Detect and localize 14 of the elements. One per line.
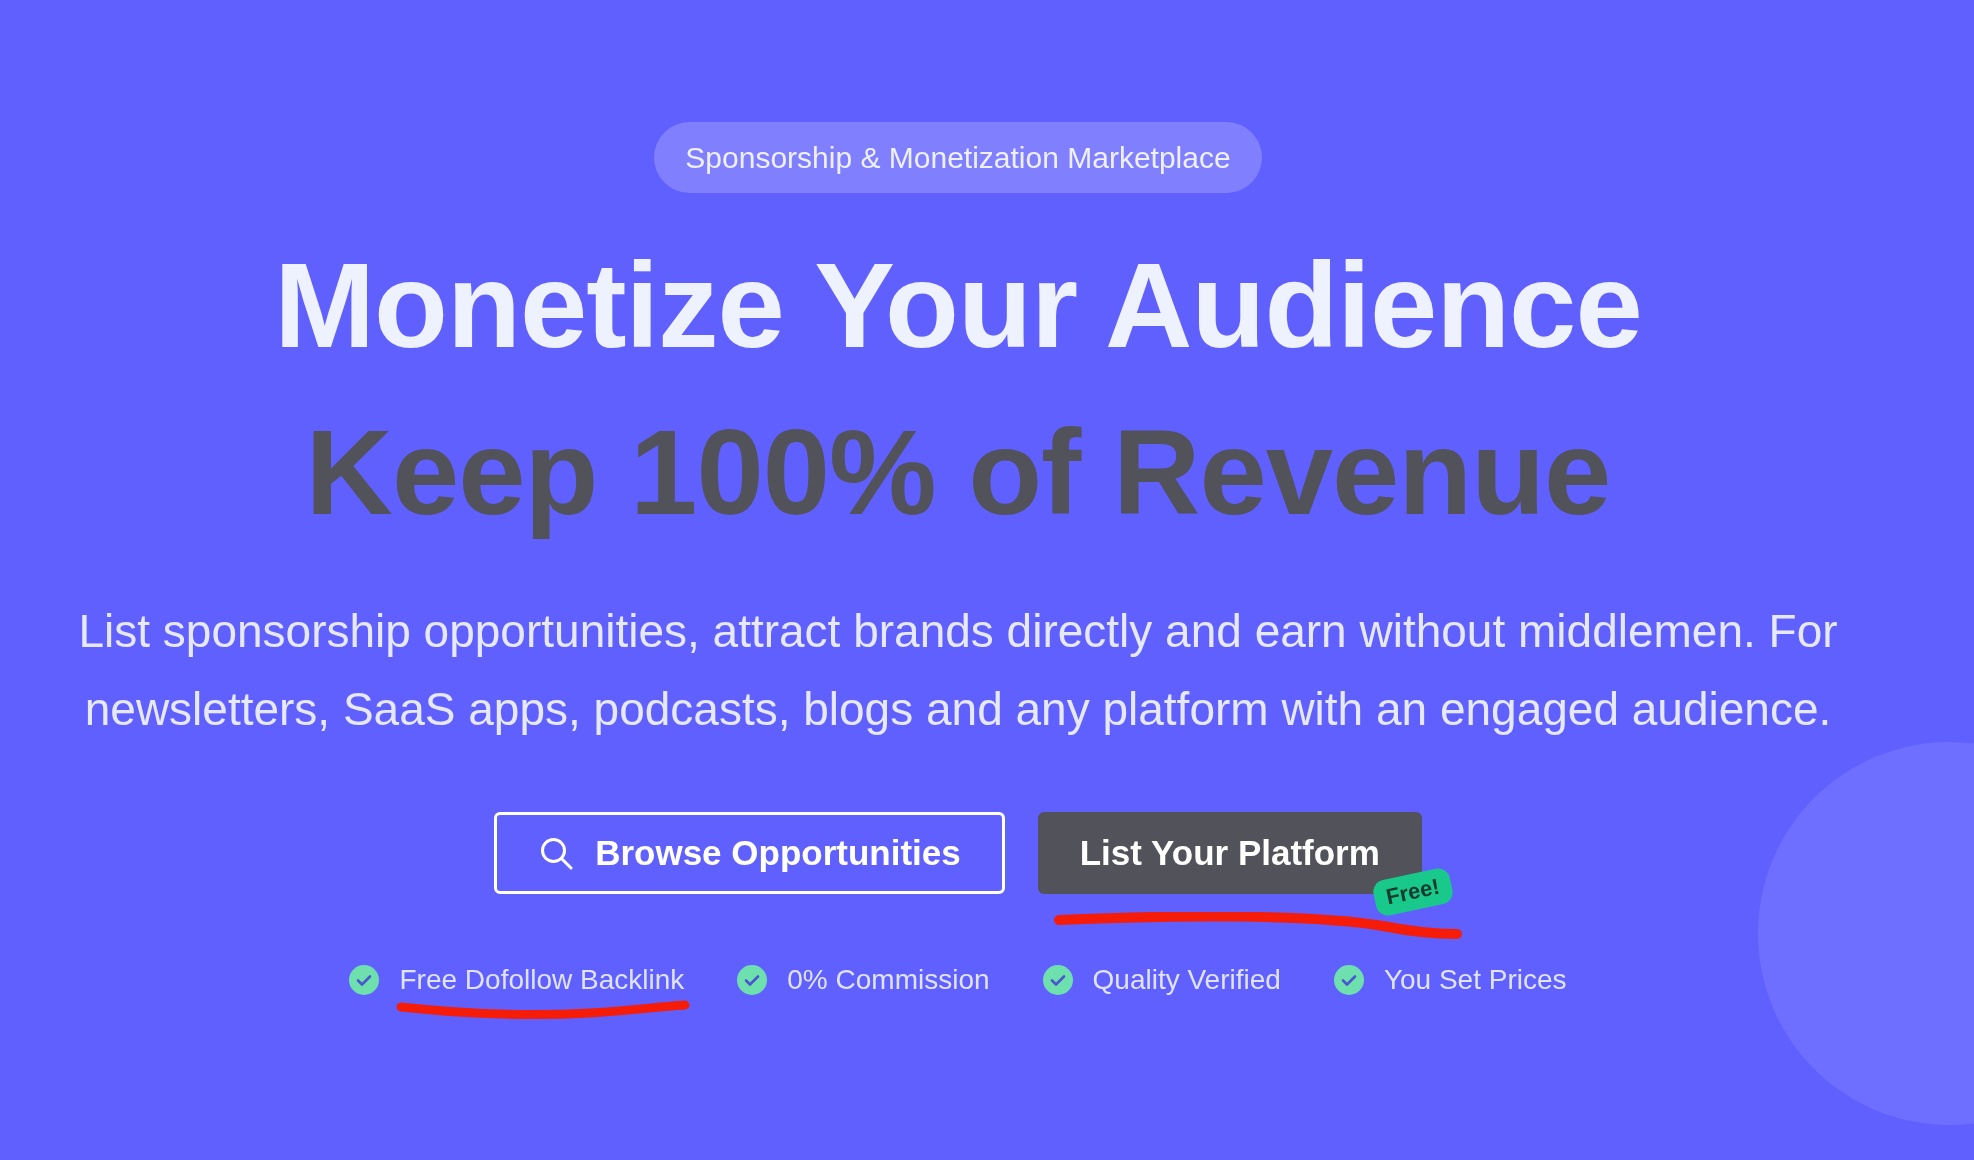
search-icon xyxy=(540,836,574,870)
check-circle-icon xyxy=(1333,965,1364,995)
feature-label: Quality Verified xyxy=(1092,964,1281,996)
hero-description: List sponsorship opportunities, attract brands directly and earn without middlemen. For newsletters, SaaS apps, podcasts, blogs and any platform with an engaged audience. xyxy=(77,604,1839,737)
eyebrow-tag: Sponsorship & Monetization Marketplace xyxy=(654,122,1262,193)
check-circle-icon xyxy=(349,965,380,995)
hero-headline: Monetize Your Audience xyxy=(274,236,1642,375)
feature-label: 0% Commission xyxy=(787,964,990,996)
check-circle-icon xyxy=(737,965,768,995)
check-circle-icon xyxy=(1042,965,1073,995)
browse-button[interactable]: Browse Opportunities xyxy=(494,812,1005,894)
hero-subheadline: Keep 100% of Revenue xyxy=(305,403,1611,542)
feature-label: Free Dofollow Backlink xyxy=(399,964,685,996)
feature-label: You Set Prices xyxy=(1383,964,1567,996)
